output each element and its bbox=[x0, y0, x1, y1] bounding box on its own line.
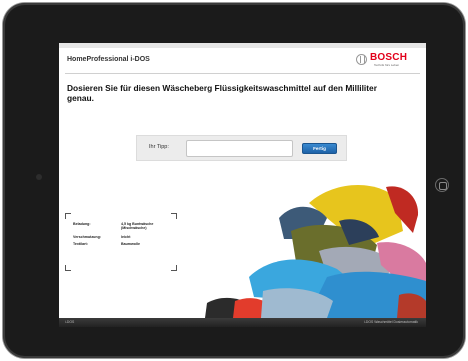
page-headline: Dosieren Sie für diesen Wäscheberg Flüss… bbox=[67, 83, 377, 103]
app-title: HomeProfessional i-DOS bbox=[67, 56, 150, 63]
brand-name: BOSCH bbox=[370, 52, 408, 63]
laundry-info-panel: Beladung: 4,5 kg Buntwäsche (Mischwäsche… bbox=[65, 213, 177, 271]
footer-left-text: i-DOS bbox=[65, 320, 75, 324]
home-button-icon[interactable] bbox=[435, 178, 449, 192]
tip-label: Ihr Tipp: bbox=[149, 144, 169, 150]
info-label: Beladung: bbox=[73, 222, 91, 226]
info-value: 4,5 kg Buntwäsche (Mischwäsche) bbox=[121, 222, 154, 230]
brand-logo: BOSCH Technik fürs Leben bbox=[356, 51, 420, 71]
submit-button[interactable]: Fertig bbox=[302, 143, 337, 154]
header-divider bbox=[65, 73, 420, 74]
frame-corner bbox=[171, 265, 177, 271]
tip-input[interactable] bbox=[186, 140, 293, 157]
bosch-logo-icon bbox=[356, 54, 367, 65]
footer-bar: i-DOS i-DOS Waschmittel Dosierautomatik bbox=[59, 318, 426, 327]
info-value: leicht bbox=[121, 235, 131, 239]
brand-tagline: Technik fürs Leben bbox=[374, 63, 400, 67]
info-value: Baumwolle bbox=[121, 242, 140, 246]
info-label: Verschmutzung: bbox=[73, 235, 101, 239]
frame-corner bbox=[65, 265, 71, 271]
status-bar bbox=[59, 43, 426, 48]
footer-right-text[interactable]: i-DOS Waschmittel Dosierautomatik bbox=[364, 320, 418, 324]
app-screen: HomeProfessional i-DOS BOSCH Technik für… bbox=[59, 43, 426, 327]
frame-corner bbox=[171, 213, 177, 219]
info-label: Textilart: bbox=[73, 242, 88, 246]
camera-icon bbox=[36, 174, 42, 180]
tip-form: Ihr Tipp: Fertig bbox=[136, 135, 347, 161]
frame-corner bbox=[65, 213, 71, 219]
laundry-image bbox=[205, 185, 426, 318]
